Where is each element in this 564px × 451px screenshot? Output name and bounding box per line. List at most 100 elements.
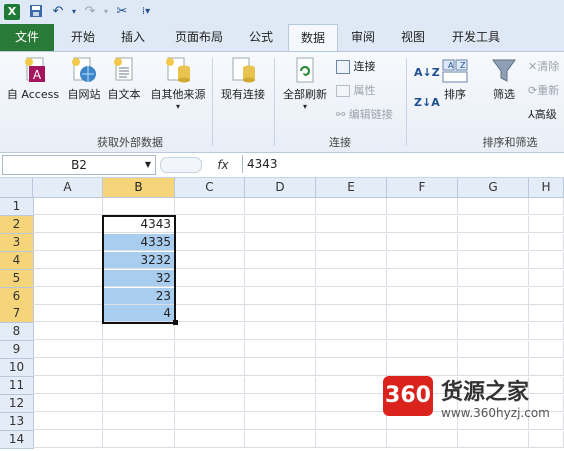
cell-b13[interactable] (103, 412, 175, 430)
refresh-all-button[interactable]: 全部刷新 ▾ (278, 56, 332, 111)
cell-e12[interactable] (316, 394, 387, 412)
tab-view[interactable]: 视图 (390, 24, 436, 51)
cell-a8[interactable] (33, 323, 103, 341)
row-header-9[interactable]: 9 (0, 341, 34, 360)
column-header-a[interactable]: A (33, 178, 103, 198)
cell-b7[interactable]: 4 (103, 305, 175, 323)
cell-c1[interactable] (175, 198, 245, 215)
cell-c11[interactable] (175, 377, 245, 394)
cell-g8[interactable] (458, 323, 529, 341)
undo-icon[interactable]: ↶ (50, 4, 66, 20)
clear-filter-button[interactable]: ✕清除 (528, 58, 559, 76)
cell-b9[interactable] (103, 341, 175, 359)
cell-b1[interactable] (103, 198, 175, 215)
cell-f9[interactable] (387, 341, 458, 359)
row-header-10[interactable]: 10 (0, 359, 34, 378)
cell-a3[interactable] (33, 233, 103, 251)
existing-connections-button[interactable]: 现有连接 (216, 56, 270, 102)
cell-h6[interactable] (529, 287, 564, 305)
cell-b2[interactable]: 4343 (103, 215, 175, 233)
row-header-14[interactable]: 14 (0, 430, 34, 449)
cell-a7[interactable] (33, 305, 103, 323)
cell-d2[interactable] (245, 215, 316, 233)
cell-c9[interactable] (175, 341, 245, 359)
cell-d9[interactable] (245, 341, 316, 359)
cell-d7[interactable] (245, 305, 316, 323)
cell-c14[interactable] (175, 430, 245, 448)
cell-g9[interactable] (458, 341, 529, 359)
filter-button[interactable]: 筛选 (486, 56, 522, 102)
column-header-c[interactable]: C (175, 178, 245, 198)
cell-b14[interactable] (103, 430, 175, 448)
cell-f8[interactable] (387, 323, 458, 341)
cell-e1[interactable] (316, 198, 387, 215)
column-header-g[interactable]: G (458, 178, 529, 198)
cell-h2[interactable] (529, 215, 564, 233)
row-header-3[interactable]: 3 (0, 233, 34, 252)
cell-b12[interactable] (103, 394, 175, 412)
cell-d13[interactable] (245, 412, 316, 430)
fill-handle[interactable] (173, 320, 178, 326)
cell-a6[interactable] (33, 287, 103, 305)
cell-d10[interactable] (245, 359, 316, 377)
cell-d8[interactable] (245, 323, 316, 341)
reapply-button[interactable]: ⟳重新 (528, 82, 559, 100)
cell-e5[interactable] (316, 269, 387, 287)
cell-h9[interactable] (529, 341, 564, 359)
cell-b6[interactable]: 23 (103, 287, 175, 305)
cell-e13[interactable] (316, 412, 387, 430)
row-header-2[interactable]: 2 (0, 215, 34, 234)
from-web-button[interactable]: 自网站 (64, 56, 104, 102)
cell-c6[interactable] (175, 287, 245, 305)
tab-page-layout[interactable]: 页面布局 (164, 24, 234, 51)
cell-a5[interactable] (33, 269, 103, 287)
cell-c13[interactable] (175, 412, 245, 430)
column-header-e[interactable]: E (316, 178, 387, 198)
row-header-1[interactable]: 1 (0, 198, 34, 216)
cell-b5[interactable]: 32 (103, 269, 175, 287)
from-other-sources-button[interactable]: 自其他来源 ▾ (146, 56, 210, 111)
cell-e3[interactable] (316, 233, 387, 251)
cell-a4[interactable] (33, 251, 103, 269)
cell-e10[interactable] (316, 359, 387, 377)
row-header-12[interactable]: 12 (0, 394, 34, 413)
cell-b11[interactable] (103, 377, 175, 394)
cell-h1[interactable] (529, 198, 564, 215)
cell-h14[interactable] (529, 430, 564, 448)
cell-e7[interactable] (316, 305, 387, 323)
cell-h7[interactable] (529, 305, 564, 323)
cell-g14[interactable] (458, 430, 529, 448)
cell-d5[interactable] (245, 269, 316, 287)
sort-button[interactable]: AZ 排序 (438, 56, 472, 102)
cell-c7[interactable] (175, 305, 245, 323)
cell-c12[interactable] (175, 394, 245, 412)
cell-b8[interactable] (103, 323, 175, 341)
redo-dropdown-icon[interactable]: ▾ (98, 4, 114, 20)
name-box-dropdown-icon[interactable]: ▼ (145, 156, 151, 174)
cell-f6[interactable] (387, 287, 458, 305)
row-header-7[interactable]: 7 (0, 305, 34, 324)
cell-a10[interactable] (33, 359, 103, 377)
cell-a14[interactable] (33, 430, 103, 448)
row-header-11[interactable]: 11 (0, 377, 34, 395)
cell-g2[interactable] (458, 215, 529, 233)
customize-qat-icon[interactable]: ⁞▾ (138, 4, 154, 20)
cell-e2[interactable] (316, 215, 387, 233)
tab-review[interactable]: 审阅 (340, 24, 386, 51)
tab-developer[interactable]: 开发工具 (440, 24, 512, 51)
tab-home[interactable]: 开始 (60, 24, 106, 51)
cell-c5[interactable] (175, 269, 245, 287)
cell-e6[interactable] (316, 287, 387, 305)
cell-a11[interactable] (33, 377, 103, 394)
tab-insert[interactable]: 插入 (110, 24, 156, 51)
tab-file[interactable]: 文件 (0, 24, 54, 51)
advanced-filter-button[interactable]: ⅄高级 (528, 106, 557, 124)
cell-f5[interactable] (387, 269, 458, 287)
cell-a9[interactable] (33, 341, 103, 359)
tools-icon[interactable]: ✂ (114, 4, 130, 20)
cell-f3[interactable] (387, 233, 458, 251)
cell-f14[interactable] (387, 430, 458, 448)
cell-c8[interactable] (175, 323, 245, 341)
column-header-h[interactable]: H (529, 178, 564, 198)
row-header-5[interactable]: 5 (0, 269, 34, 288)
